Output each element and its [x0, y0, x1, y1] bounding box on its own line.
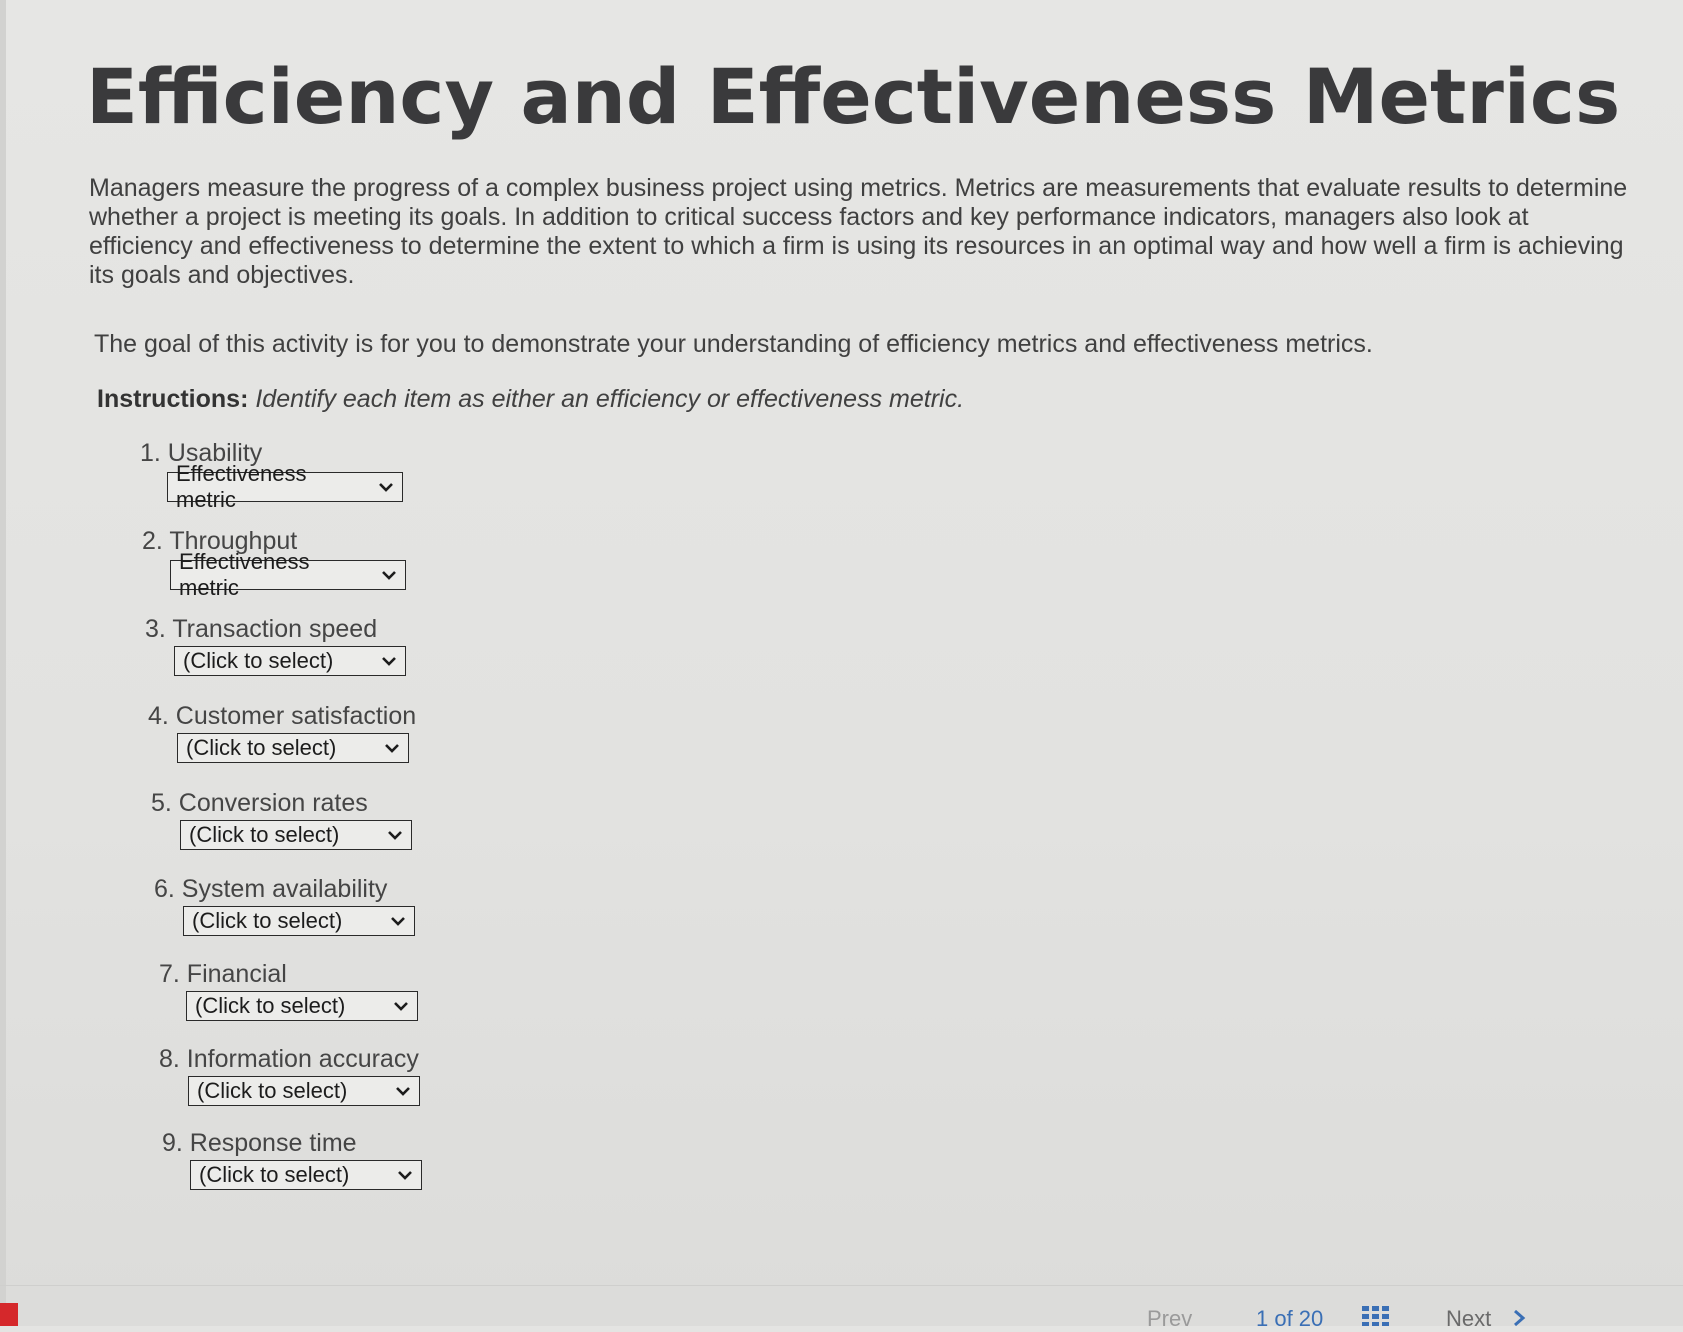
question-item: 8. Information accuracy (Click to select… [159, 1044, 420, 1106]
grid-icon[interactable] [1362, 1306, 1392, 1326]
question-item: 9. Response time (Click to select) [162, 1128, 422, 1190]
metric-select[interactable]: (Click to select) [186, 991, 418, 1021]
question-item: 6. System availability (Click to select) [154, 874, 415, 936]
chevron-down-icon [379, 483, 393, 492]
page: Efficiency and Effectiveness Metrics Man… [0, 0, 1683, 1331]
metric-select[interactable]: (Click to select) [190, 1160, 422, 1190]
goal-paragraph: The goal of this activity is for you to … [94, 330, 1373, 358]
select-value: (Click to select) [186, 735, 337, 760]
item-label: 4. Customer satisfaction [148, 702, 417, 730]
chevron-down-icon [382, 657, 396, 666]
question-item: 2. Throughput Effectiveness metric [142, 526, 406, 600]
chevron-down-icon [382, 571, 396, 580]
instructions-text: Identify each item as either an efficien… [255, 385, 965, 413]
select-value: (Click to select) [183, 648, 334, 673]
prev-button[interactable]: Prev [1147, 1306, 1192, 1332]
item-label: 6. System availability [154, 875, 388, 903]
instructions: Instructions: Identify each item as eith… [97, 385, 964, 414]
question-item: 7. Financial (Click to select) [159, 959, 418, 1021]
chevron-down-icon [391, 917, 405, 926]
chevron-down-icon [388, 831, 402, 840]
metric-select[interactable]: (Click to select) [188, 1076, 420, 1106]
select-value: (Click to select) [199, 1162, 350, 1187]
page-title: Efficiency and Effectiveness Metrics [86, 52, 1621, 141]
select-value: (Click to select) [189, 822, 340, 847]
metric-select[interactable]: (Click to select) [174, 646, 406, 676]
chevron-right-icon[interactable] [1512, 1310, 1526, 1326]
question-item: 1. Usability Effectiveness metric [140, 438, 403, 512]
instructions-label: Instructions: [97, 385, 249, 413]
metric-select[interactable]: Effectiveness metric [167, 461, 403, 512]
item-label: 9. Response time [162, 1129, 357, 1157]
footer-divider [0, 1285, 1683, 1286]
page-counter[interactable]: 1 of 20 [1256, 1306, 1323, 1332]
question-item: 4. Customer satisfaction (Click to selec… [148, 701, 416, 763]
metric-select[interactable]: Effectiveness metric [170, 549, 406, 600]
chevron-down-icon [385, 744, 399, 753]
metric-select[interactable]: (Click to select) [177, 733, 409, 763]
chevron-down-icon [396, 1087, 410, 1096]
question-item: 3. Transaction speed (Click to select) [145, 614, 406, 676]
item-label: 3. Transaction speed [145, 615, 378, 643]
select-value: Effectiveness metric [176, 461, 307, 512]
select-value: (Click to select) [195, 993, 346, 1018]
metric-select[interactable]: (Click to select) [180, 820, 412, 850]
metric-select[interactable]: (Click to select) [183, 906, 415, 936]
item-label: 8. Information accuracy [159, 1045, 419, 1073]
intro-paragraph: Managers measure the progress of a compl… [89, 174, 1628, 289]
chevron-down-icon [394, 1002, 408, 1011]
next-button[interactable]: Next [1446, 1306, 1491, 1332]
question-item: 5. Conversion rates (Click to select) [151, 788, 412, 850]
select-value: (Click to select) [192, 908, 343, 933]
select-value: (Click to select) [197, 1078, 348, 1103]
chevron-down-icon [398, 1171, 412, 1180]
item-label: 7. Financial [159, 960, 287, 988]
select-value: Effectiveness metric [179, 549, 310, 600]
red-tab[interactable] [0, 1303, 18, 1326]
item-label: 5. Conversion rates [151, 789, 368, 817]
left-edge [0, 0, 6, 1326]
